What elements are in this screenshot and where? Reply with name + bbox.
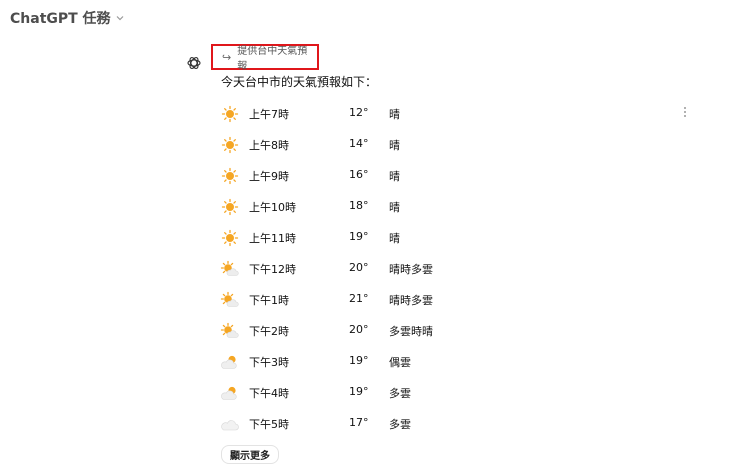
cloud-sun-icon	[220, 353, 240, 371]
forecast-condition: 多雲	[389, 387, 411, 400]
forecast-temp: 19°	[349, 354, 369, 367]
forecast-time: 下午3時	[249, 356, 289, 369]
forecast-temp: 21°	[349, 292, 369, 305]
forecast-intro: 今天台中市的天氣預報如下：	[221, 75, 378, 89]
sun-icon	[220, 198, 240, 216]
forecast-condition: 晴	[389, 232, 400, 245]
task-chip-label: 提供台中天氣預報	[237, 46, 308, 72]
forecast-time: 上午9時	[249, 170, 289, 183]
forecast-condition: 晴	[389, 201, 400, 214]
forecast-time: 下午2時	[249, 325, 289, 338]
forecast-time: 上午10時	[249, 201, 296, 214]
sun-cloud-icon	[220, 291, 240, 309]
openai-logo-icon	[187, 57, 201, 69]
model-selector[interactable]: ChatGPT 任務	[10, 8, 125, 28]
forecast-temp: 20°	[349, 323, 369, 336]
forecast-condition: 晴時多雲	[389, 263, 433, 276]
forecast-time: 下午5時	[249, 418, 289, 431]
forecast-row: 下午3時 19° 偶雲	[220, 346, 640, 377]
vertical-ellipsis-icon	[684, 107, 686, 109]
forecast-time: 上午8時	[249, 139, 289, 152]
forecast-row: 上午11時 19° 晴	[220, 222, 640, 253]
forecast-temp: 19°	[349, 230, 369, 243]
forecast-row: 下午2時 20° 多雲時晴	[220, 315, 640, 346]
reply-arrow-icon: ↪	[222, 50, 232, 64]
forecast-time: 上午7時	[249, 108, 289, 121]
forecast-row: 下午12時 20° 晴時多雲	[220, 253, 640, 284]
forecast-condition: 晴	[389, 139, 400, 152]
forecast-list: 上午7時 12° 晴上午8時 14° 晴上午9時 16° 晴上午10時 18° 晴上午11時 19…	[220, 98, 640, 439]
sun-cloud-icon	[220, 260, 240, 278]
sun-icon	[220, 105, 240, 123]
sun-icon	[220, 136, 240, 154]
forecast-condition: 偶雲	[389, 356, 411, 369]
forecast-row: 下午1時 21° 晴時多雲	[220, 284, 640, 315]
show-more-button[interactable]: 顯示更多	[221, 445, 279, 464]
forecast-condition: 晴時多雲	[389, 294, 433, 307]
forecast-time: 下午12時	[249, 263, 296, 276]
forecast-row: 下午5時 17° 多雲	[220, 408, 640, 439]
sun-cloud-icon	[220, 322, 240, 340]
forecast-temp: 17°	[349, 416, 369, 429]
forecast-row: 上午8時 14° 晴	[220, 129, 640, 160]
forecast-row: 上午7時 12° 晴	[220, 98, 640, 129]
sun-icon	[220, 167, 240, 185]
cloud-sun-icon	[220, 384, 240, 402]
forecast-temp: 18°	[349, 199, 369, 212]
sun-icon	[220, 229, 240, 247]
forecast-temp: 14°	[349, 137, 369, 150]
forecast-temp: 12°	[349, 106, 369, 119]
more-options-button[interactable]	[681, 104, 689, 120]
forecast-condition: 多雲	[389, 418, 411, 431]
forecast-temp: 16°	[349, 168, 369, 181]
forecast-row: 下午4時 19° 多雲	[220, 377, 640, 408]
forecast-row: 上午10時 18° 晴	[220, 191, 640, 222]
chevron-down-icon	[116, 16, 123, 21]
forecast-condition: 晴	[389, 108, 400, 121]
task-chip[interactable]: ↪ 提供台中天氣預報	[211, 44, 319, 72]
forecast-condition: 多雲時晴	[389, 325, 433, 338]
forecast-condition: 晴	[389, 170, 400, 183]
forecast-time: 下午4時	[249, 387, 289, 400]
forecast-time: 下午1時	[249, 294, 289, 307]
forecast-row: 上午9時 16° 晴	[220, 160, 640, 191]
forecast-time: 上午11時	[249, 232, 296, 245]
app-title: ChatGPT 任務	[10, 11, 111, 27]
forecast-temp: 20°	[349, 261, 369, 274]
cloud-icon	[220, 415, 240, 433]
forecast-temp: 19°	[349, 385, 369, 398]
